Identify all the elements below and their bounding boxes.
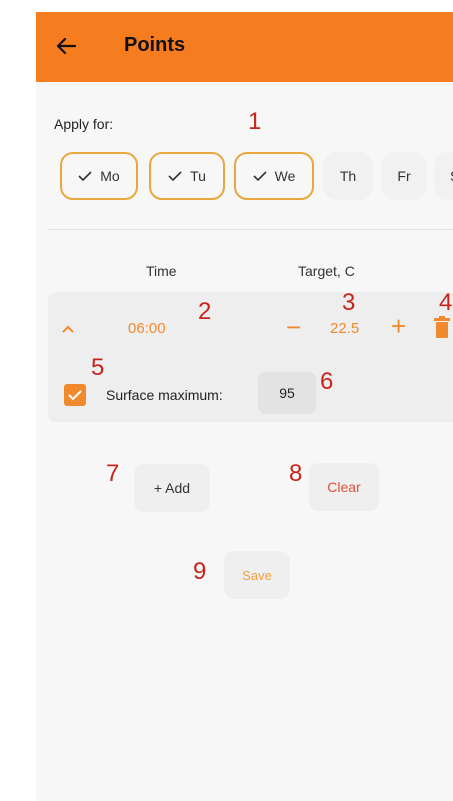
arrow-left-icon [56,37,76,55]
annotation-4: 4 [439,289,453,316]
day-chip-label: Mo [100,168,120,184]
chevron-up-icon [62,325,74,333]
day-chip-th[interactable]: Th [323,152,373,200]
check-icon [78,171,92,182]
day-chip-mo[interactable]: Mo [60,152,138,200]
page-title: Points [124,34,186,56]
surface-maximum-input[interactable]: 95 [258,372,316,414]
clear-button[interactable]: Clear [309,463,379,511]
annotation-3: 3 [342,289,356,316]
annotation-6: 6 [320,368,334,395]
target-value: 22.5 [330,320,360,337]
save-button[interactable]: Save [224,551,290,599]
day-chip-label: Tu [190,168,206,184]
day-chip-fr[interactable]: Fr [382,152,426,200]
surface-maximum-checkbox[interactable] [64,384,86,406]
check-icon [168,171,182,182]
back-button[interactable] [52,32,80,60]
day-chip-tu[interactable]: Tu [149,152,225,200]
add-button[interactable]: + Add [134,464,210,512]
app-bar: Points [36,12,453,82]
annotation-8: 8 [289,460,303,487]
day-chip-sa[interactable]: S [434,152,453,200]
annotation-7: 7 [106,460,120,487]
target-column-header: Target, C [298,263,355,279]
point-card: 06:00 − 22.5 + Surface maximum: 95 [48,292,453,422]
apply-for-label: Apply for: [54,116,114,132]
annotation-1: 1 [248,108,262,135]
collapse-button[interactable] [56,319,80,339]
surface-maximum-label: Surface maximum: [106,387,223,403]
annotation-2: 2 [198,298,212,325]
decrease-button[interactable]: − [286,312,301,342]
point-time[interactable]: 06:00 [128,320,166,337]
trash-icon [434,316,450,338]
day-chip-label: Th [339,168,357,184]
check-icon [68,390,82,401]
phone-screen: Points Apply for: Mo Tu We Th Fr S Time … [36,12,453,801]
annotation-9: 9 [193,558,207,585]
day-chip-we[interactable]: We [234,152,314,200]
day-chip-label: We [274,168,296,184]
delete-button[interactable] [434,316,450,343]
annotation-5: 5 [91,354,105,381]
day-chip-label: Fr [397,168,411,184]
increase-button[interactable]: + [391,311,406,341]
time-column-header: Time [146,263,177,279]
divider [48,229,453,230]
check-icon [253,171,267,182]
